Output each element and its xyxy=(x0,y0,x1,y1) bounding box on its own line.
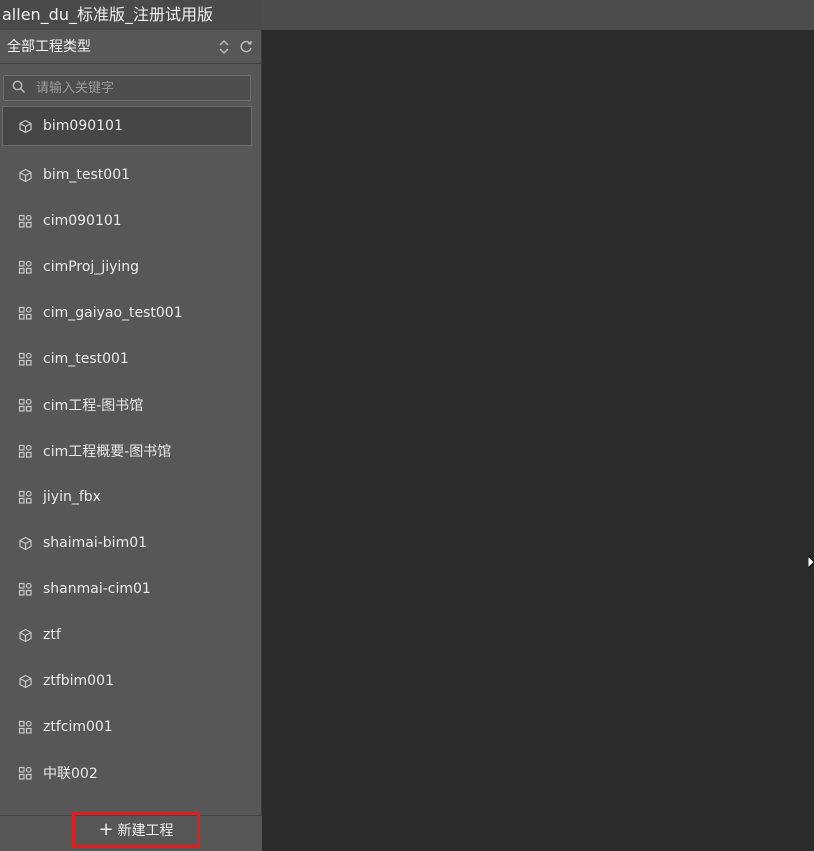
project-item-label: cim工程-图书馆 xyxy=(43,398,144,414)
grid-icon xyxy=(18,398,33,413)
project-item-label: jiyin_fbx xyxy=(43,489,101,505)
project-item-label: cim_test001 xyxy=(43,351,129,367)
search-icon xyxy=(12,79,26,98)
grid-icon xyxy=(18,490,33,505)
project-item[interactable]: ztfbim001 xyxy=(2,658,252,704)
grid-icon xyxy=(18,306,33,321)
grid-icon xyxy=(18,444,33,459)
plus-icon: + xyxy=(98,819,114,840)
cube-icon xyxy=(18,168,33,183)
project-item-label: ztf xyxy=(43,627,61,643)
project-item-label: cim090101 xyxy=(43,213,122,229)
project-type-filter-label: 全部工程类型 xyxy=(7,39,91,55)
project-item[interactable]: jiyin_fbx xyxy=(2,474,252,520)
grid-icon xyxy=(18,582,33,597)
search-box[interactable] xyxy=(3,75,251,101)
project-item[interactable]: cim_gaiyao_test001 xyxy=(2,290,252,336)
grid-icon xyxy=(18,766,33,781)
main-canvas xyxy=(262,30,814,851)
grid-icon xyxy=(18,352,33,367)
project-item[interactable]: cim_test001 xyxy=(2,336,252,382)
new-project-label: 新建工程 xyxy=(117,823,174,839)
project-item-label: ztfbim001 xyxy=(43,673,114,689)
project-item-label: cimProj_jiying xyxy=(43,259,140,275)
project-item-label: bim090101 xyxy=(43,118,123,134)
project-item-label: bim_test001 xyxy=(43,167,131,183)
project-item[interactable]: shaimai-bim01 xyxy=(2,520,252,566)
project-item-label: cim_gaiyao_test001 xyxy=(43,305,183,321)
top-strip xyxy=(262,0,814,30)
project-item-label: 中联002 xyxy=(43,766,98,782)
project-item[interactable]: ztf xyxy=(2,612,252,658)
project-type-filter[interactable]: 全部工程类型 xyxy=(0,30,262,64)
project-item[interactable]: 中联002 xyxy=(2,750,252,796)
project-item[interactable]: cim工程-图书馆 xyxy=(2,382,252,428)
project-item[interactable]: shanmai-cim01 xyxy=(2,566,252,612)
project-item[interactable]: cimProj_jiying xyxy=(2,244,252,290)
cube-icon xyxy=(18,628,33,643)
grid-icon xyxy=(18,720,33,735)
project-list: bim090101 bim_test001 cim090101 cimProj_jiy… xyxy=(2,106,252,796)
cube-icon xyxy=(18,674,33,689)
project-item[interactable]: cim工程概要-图书馆 xyxy=(2,428,252,474)
refresh-icon[interactable] xyxy=(238,39,254,55)
sort-updown-icon[interactable] xyxy=(218,39,230,55)
window-title: allen_du_标准版_注册试用版 xyxy=(0,0,262,30)
mouse-cursor xyxy=(807,555,814,574)
cube-icon xyxy=(18,119,33,134)
cube-icon xyxy=(18,536,33,551)
project-item-label: ztfcim001 xyxy=(43,719,113,735)
project-item-label: cim工程概要-图书馆 xyxy=(43,444,172,460)
project-item[interactable]: bim090101 xyxy=(2,106,252,146)
search-input[interactable] xyxy=(34,79,234,97)
project-item-label: shanmai-cim01 xyxy=(43,581,151,597)
project-item[interactable]: bim_test001 xyxy=(2,152,252,198)
project-item[interactable]: cim090101 xyxy=(2,198,252,244)
grid-icon xyxy=(18,214,33,229)
new-project-button[interactable]: + 新建工程 xyxy=(72,812,200,848)
grid-icon xyxy=(18,260,33,275)
project-item-label: shaimai-bim01 xyxy=(43,535,148,551)
project-item[interactable]: ztfcim001 xyxy=(2,704,252,750)
